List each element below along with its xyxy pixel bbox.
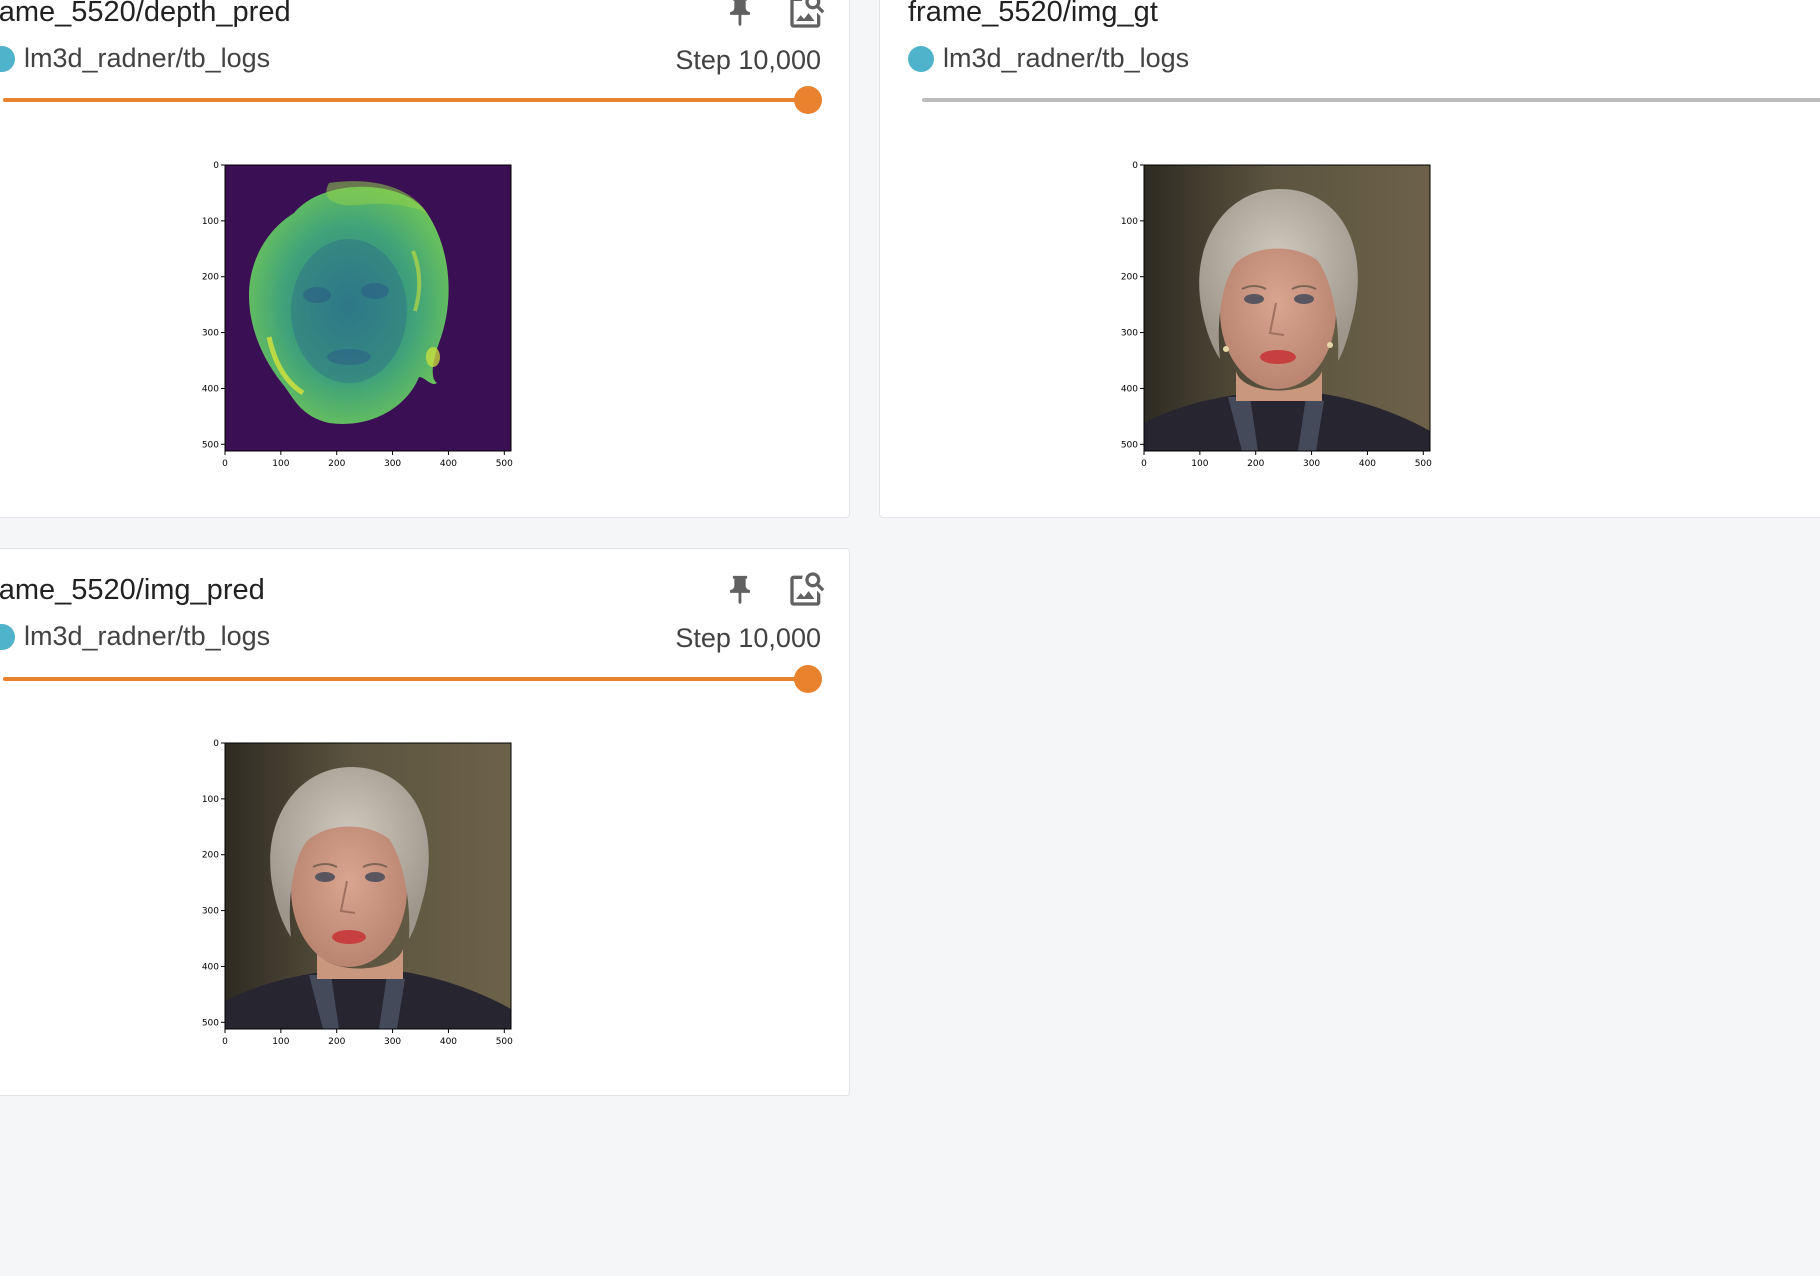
run-row: lm3d_radner/tb_logs [0,43,270,74]
step-label: Step 10,000 [675,45,821,75]
x-tick-label: 0 [222,1037,228,1047]
run-row: lm3d_radner/tb_logs [908,43,1189,74]
run-color-dot [908,45,934,72]
image-card-img-gt: frame_5520/img_gt lm3d_radner/tb_logs 0 … [879,0,1820,518]
photo-image [1144,165,1430,451]
y-tick-label: 200 [202,851,219,861]
photo-image [225,743,511,1029]
image-search-icon[interactable] [787,0,827,31]
y-tick-label: 400 [1121,384,1138,394]
y-tick-label: 100 [202,217,219,227]
x-tick-label: 0 [222,459,228,469]
step-slider-track[interactable] [3,98,809,102]
y-tick-label: 0 [213,739,219,749]
pin-icon[interactable] [723,573,757,607]
run-color-dot [0,45,15,72]
image-plot: 0 100 200 300 400 500 0 100 200 300 400 500 [199,161,519,471]
y-tick-label: 0 [1132,161,1138,171]
run-color-dot [0,623,15,650]
y-axis-ticks: 0 100 200 300 400 500 [202,739,225,1028]
image-card-depth-pred: frame_5520/depth_pred lm3d_radner/tb_log… [0,0,850,518]
step-slider-thumb[interactable] [794,86,822,114]
card-title: frame_5520/img_gt [908,0,1158,28]
x-tick-label: 200 [1247,459,1264,469]
y-tick-label: 100 [202,795,219,805]
run-row: lm3d_radner/tb_logs [0,621,270,652]
run-name: lm3d_radner/tb_logs [24,621,271,651]
x-axis-ticks: 0 100 200 300 400 500 [222,1029,513,1047]
x-tick-label: 300 [384,459,401,469]
image-plot: 0 100 200 300 400 500 0 100 200 300 400 500 [1118,161,1438,471]
run-name: lm3d_radner/tb_logs [24,43,271,73]
x-tick-label: 200 [328,1037,345,1047]
y-tick-label: 500 [1121,440,1138,450]
y-tick-label: 300 [202,907,219,917]
y-tick-label: 100 [1121,217,1138,227]
x-tick-label: 300 [1303,459,1320,469]
x-tick-label: 200 [328,459,345,469]
x-tick-label: 300 [384,1037,401,1047]
run-name: lm3d_radner/tb_logs [943,43,1190,73]
card-title: frame_5520/depth_pred [0,0,291,28]
image-card-img-pred: frame_5520/img_pred lm3d_radner/tb_logs … [0,548,850,1096]
y-tick-label: 500 [202,1018,219,1028]
card-title: frame_5520/img_pred [0,574,265,606]
x-tick-label: 100 [1191,459,1208,469]
y-tick-label: 300 [202,329,219,339]
image-search-icon[interactable] [787,569,827,609]
y-tick-label: 0 [213,161,219,171]
y-tick-label: 400 [202,962,219,972]
x-tick-label: 500 [1415,459,1432,469]
pin-icon[interactable] [723,0,757,29]
x-tick-label: 100 [272,459,289,469]
step-slider-thumb[interactable] [794,665,822,693]
x-tick-label: 500 [496,1037,513,1047]
x-axis-ticks: 0 100 200 300 400 500 [1141,451,1432,469]
x-tick-label: 400 [440,459,457,469]
x-tick-label: 400 [440,1037,457,1047]
x-tick-label: 0 [1141,459,1147,469]
y-tick-label: 200 [202,273,219,283]
y-tick-label: 400 [202,384,219,394]
y-tick-label: 300 [1121,329,1138,339]
y-tick-label: 500 [202,440,219,450]
y-axis-ticks: 0 100 200 300 400 500 [1121,161,1144,450]
x-axis-ticks: 0 100 200 300 400 500 [222,451,513,469]
image-plot: 0 100 200 300 400 500 0 100 200 300 400 500 [199,739,519,1049]
x-tick-label: 400 [1359,459,1376,469]
step-slider-track[interactable] [922,98,1820,102]
y-tick-label: 200 [1121,273,1138,283]
step-label: Step 10,000 [675,623,821,653]
y-axis-ticks: 0 100 200 300 400 500 [202,161,225,450]
step-slider-track[interactable] [3,677,809,681]
x-tick-label: 500 [496,459,513,469]
x-tick-label: 100 [272,1037,289,1047]
